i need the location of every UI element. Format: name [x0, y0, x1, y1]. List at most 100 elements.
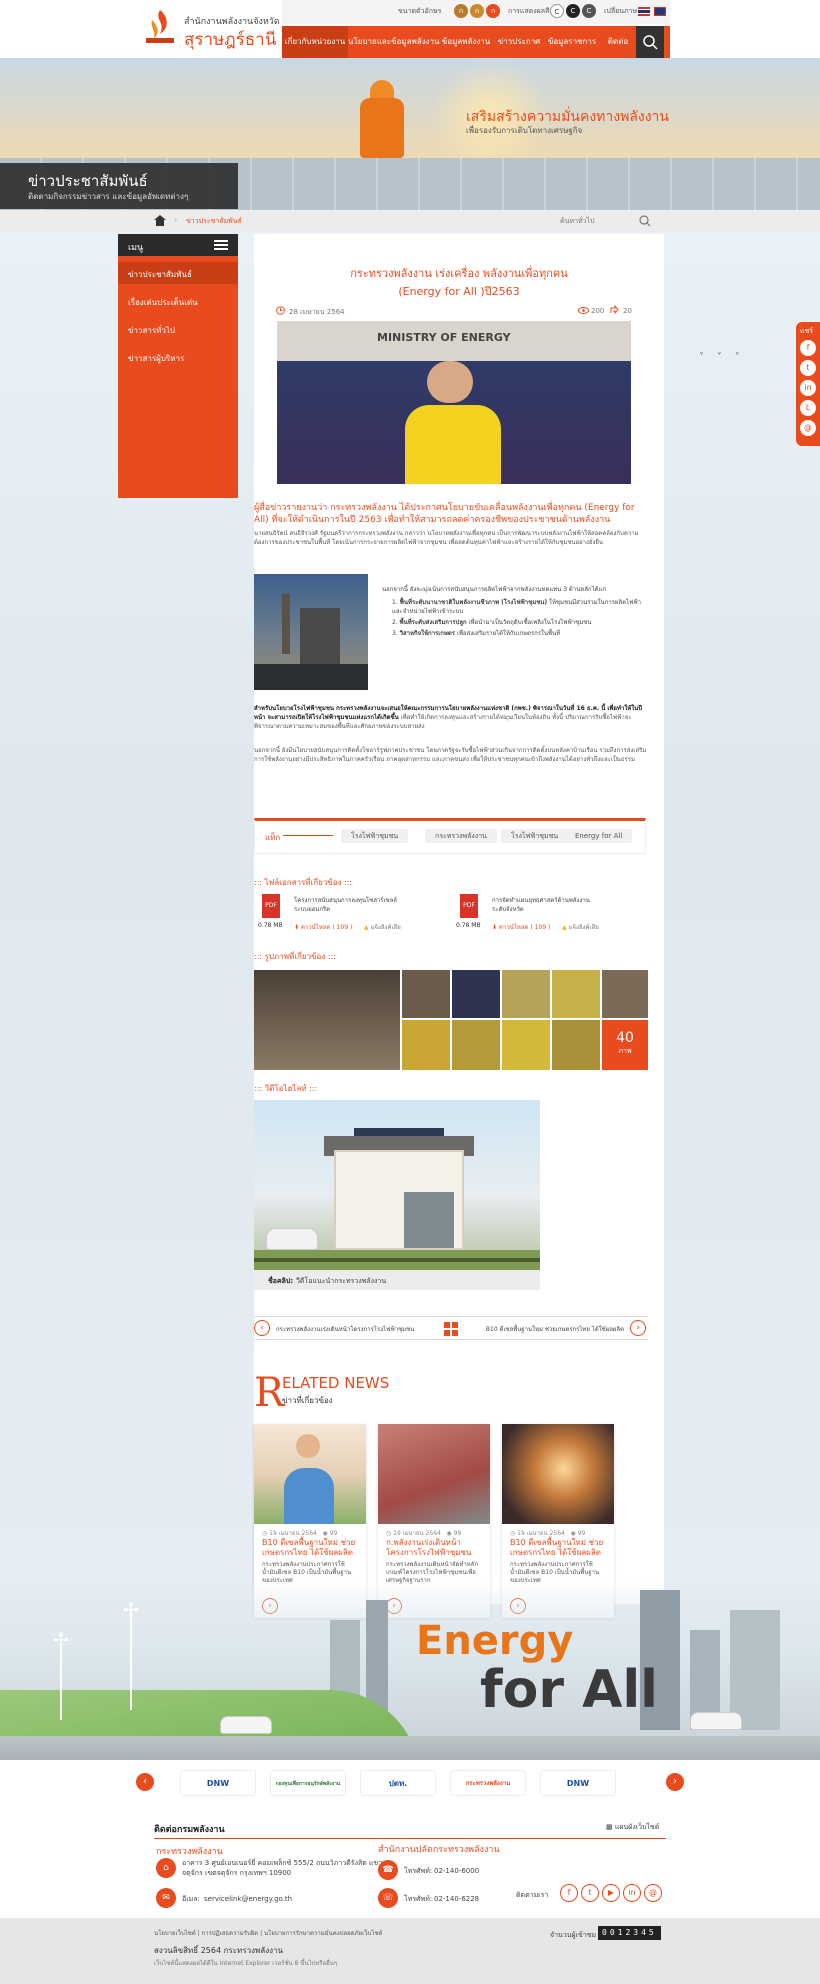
facebook-icon[interactable]: f [800, 340, 816, 356]
gallery-photo[interactable] [602, 970, 648, 1018]
report-broken-link[interactable]: ▲ แจ้งลิงค์เสีย [562, 922, 599, 932]
sidebar-item-pr-news[interactable]: ข่าวประชาสัมพันธ์ [118, 262, 238, 284]
car-right [690, 1712, 742, 1730]
partner-logo[interactable]: DNW [180, 1770, 256, 1796]
footer-policy-links[interactable]: นโยบายเว็บไซต์ | การปฏิเสธความรับผิด | น… [154, 1928, 382, 1938]
related-card-title[interactable]: B10 ดีเซลพื้นฐานใหม่ ช่วยเกษตรกรไทย ได้ใ… [510, 1538, 608, 1558]
site-logo[interactable]: สำนักงานพลังงานจังหวัด สุราษฎร์ธานี [140, 6, 280, 50]
partner-logo[interactable]: ปตท. [360, 1770, 436, 1796]
partners-next-icon[interactable]: › [666, 1773, 684, 1791]
search-button[interactable] [636, 26, 664, 58]
copyright-text: สงวนลิขสิทธิ์ 2564 กระทรวงพลังงาน [154, 1946, 283, 1955]
uk-flag-icon[interactable] [654, 7, 666, 16]
warning-icon: ▲ [562, 924, 567, 931]
facebook-icon[interactable]: f [560, 1884, 578, 1902]
related-title: ELATED NEWS [282, 1374, 390, 1392]
next-article-link[interactable]: B10 ดีเซลพื้นฐานใหม่ ช่วยเกษตรกรไทย ได้ใ… [474, 1324, 624, 1334]
instagram-icon[interactable]: in [623, 1884, 641, 1902]
font-size-medium-button[interactable]: ก [470, 4, 484, 18]
related-card-title[interactable]: B10 ดีเซลพื้นฐานใหม่ ช่วยเกษตรกรไทย ได้ใ… [262, 1538, 360, 1558]
phone2[interactable]: 02-140-6228 [434, 1894, 479, 1904]
twitter-icon[interactable]: t [581, 1884, 599, 1902]
nav-announcements[interactable]: ข่าวประกาศ [494, 26, 544, 58]
font-size-large-button[interactable]: ก [486, 4, 500, 18]
nav-about[interactable]: เกี่ยวกับหน่วยงาน [282, 26, 348, 58]
gallery-photo[interactable] [452, 1020, 500, 1070]
grid-view-icon[interactable] [444, 1322, 458, 1336]
gallery-photo[interactable] [502, 1020, 550, 1070]
sidebar-item-highlights[interactable]: เรื่องเด่นประเด็นเด่น [118, 290, 238, 312]
phone1[interactable]: 02-140-6000 [434, 1866, 479, 1876]
nav-official-info[interactable]: ข้อมูลราชการ [544, 26, 600, 58]
download-link[interactable]: ⬇ ดาวน์โหลด ( 109 ) [294, 922, 352, 932]
footer-email[interactable]: servicelink@energy.go.th [204, 1894, 292, 1904]
nav-policy[interactable]: นโยบายและข้อมูลพลังงาน [348, 26, 439, 58]
gallery-photo[interactable] [552, 1020, 600, 1070]
tag-item[interactable]: กระทรวงพลังงาน [425, 829, 497, 843]
contrast-grey-button[interactable]: C [582, 4, 596, 18]
tag-item[interactable]: โรงไฟฟ้าชุมชน [501, 829, 569, 843]
power-plant-photo[interactable] [254, 574, 368, 690]
speaker-head [427, 361, 473, 403]
article-shares: 20 [623, 307, 632, 315]
tag-item[interactable]: โรงไฟฟ้าชุมชน [341, 829, 409, 843]
video-caption: วีดีโอแนะนำกระทรวงพลังงาน [296, 1277, 387, 1285]
nav-energy-data[interactable]: ข้อมูลพลังงาน [438, 26, 494, 58]
footer-address: อาคาร 3 ศูนย์เอนเนอร์ยี่ คอมเพล็กซ์ 555/… [182, 1859, 386, 1877]
linkedin-icon[interactable]: in [800, 380, 816, 396]
sidebar-item-general-news[interactable]: ข่าวสารทั่วไป [118, 318, 238, 340]
breadcrumb-current[interactable]: ข่าวประชาสัมพันธ์ [186, 216, 242, 227]
nav-contact[interactable]: ติดต่อ [600, 26, 636, 58]
gallery-photo[interactable] [502, 970, 550, 1018]
email-icon: ✉ [156, 1888, 176, 1908]
hamburger-icon[interactable] [214, 240, 228, 250]
twitter-icon[interactable]: t [800, 360, 816, 376]
car-left [220, 1716, 272, 1734]
partner-logo[interactable]: กระทรวงพลังงาน [450, 1770, 526, 1796]
gallery-more-button[interactable]: 40 ภาพ [602, 1020, 648, 1070]
partners-prev-icon[interactable]: ‹ [136, 1773, 154, 1791]
video-caption-bar: ชื่อคลิป: วีดีโอแนะนำกระทรวงพลังงาน [254, 1270, 540, 1290]
file-name[interactable]: โครงการสนับสนุนการลงทุนโซล่าร์เซลล์ระบบอ… [294, 896, 404, 914]
copy-link-icon[interactable]: @ [800, 420, 816, 436]
report-broken-link[interactable]: ▲ แจ้งลิงค์เสีย [364, 922, 401, 932]
file-name[interactable]: การจัดทำแผนยุทธศาสตร์ด้านพลังงานระดับจัง… [492, 896, 602, 914]
prev-article-link[interactable]: กระทรวงพลังงานเร่งเดินหน้าโครงการโรงไฟฟ้… [276, 1324, 414, 1334]
gallery-photo[interactable] [402, 1020, 450, 1070]
video-player[interactable]: ชื่อคลิป: วีดีโอแนะนำกระทรวงพลังงาน [254, 1100, 540, 1290]
email-social-icon[interactable]: @ [644, 1884, 662, 1902]
house-garage [404, 1192, 454, 1248]
sidebar-item-executive-news[interactable]: ข่าวสารผู้บริหาร [118, 346, 238, 368]
youtube-icon[interactable]: ▶ [602, 1884, 620, 1902]
article-main-photo[interactable]: MINISTRY OF ENERGY [277, 321, 631, 484]
article-pager: ‹ กระทรวงพลังงานเร่งเดินหน้าโครงการโรงไฟ… [254, 1316, 648, 1340]
tag-item[interactable]: Energy for All [565, 829, 633, 843]
font-size-small-button[interactable]: ก [454, 4, 468, 18]
file-item[interactable]: PDF 0.78 MB การจัดทำแผนยุทธศาสตร์ด้านพลั… [452, 892, 648, 936]
next-arrow-icon[interactable]: › [630, 1320, 646, 1336]
sidebar-header: เมนู [118, 234, 238, 256]
search-icon[interactable] [638, 214, 652, 228]
worker-figure [360, 98, 404, 158]
site-header: สำนักงานพลังงานจังหวัด สุราษฎร์ธานี ขนาด… [0, 0, 820, 58]
thai-flag-icon[interactable] [638, 7, 650, 16]
gallery-photo[interactable] [254, 970, 400, 1070]
related-card-title[interactable]: ก.พลังงานเร่งเดินหน้าโครงการโรงไฟฟ้าชุมช… [386, 1538, 484, 1558]
video-section-title: ::: วีดีโอไฮไลท์ ::: [254, 1084, 318, 1093]
gallery-photo[interactable] [552, 970, 600, 1018]
contrast-dark-button[interactable]: C [566, 4, 580, 18]
related-card-date: ◷ 19 เมษายน 2564 ◉ 99 [386, 1530, 462, 1537]
home-icon[interactable] [154, 215, 166, 226]
related-card-date: ◷ 19 เมษายน 2564 ◉ 99 [510, 1530, 586, 1537]
file-item[interactable]: PDF 0.78 MB โครงการสนับสนุนการลงทุนโซล่า… [254, 892, 450, 936]
contrast-normal-button[interactable]: C [550, 4, 564, 18]
gallery-photo[interactable] [402, 970, 450, 1018]
prev-arrow-icon[interactable]: ‹ [254, 1320, 270, 1336]
line-icon[interactable]: L [800, 400, 816, 416]
video-progress-track[interactable] [254, 1258, 540, 1262]
partner-logo[interactable]: กองทุนเพื่อการอนุรักษ์พลังงาน [270, 1770, 346, 1796]
gallery-photo[interactable] [452, 970, 500, 1018]
sitemap-link[interactable]: ▦ แผนผังเว็บไซต์ [606, 1822, 659, 1833]
download-link[interactable]: ⬇ ดาวน์โหลด ( 109 ) [492, 922, 550, 932]
partner-logo[interactable]: DNW [540, 1770, 616, 1796]
